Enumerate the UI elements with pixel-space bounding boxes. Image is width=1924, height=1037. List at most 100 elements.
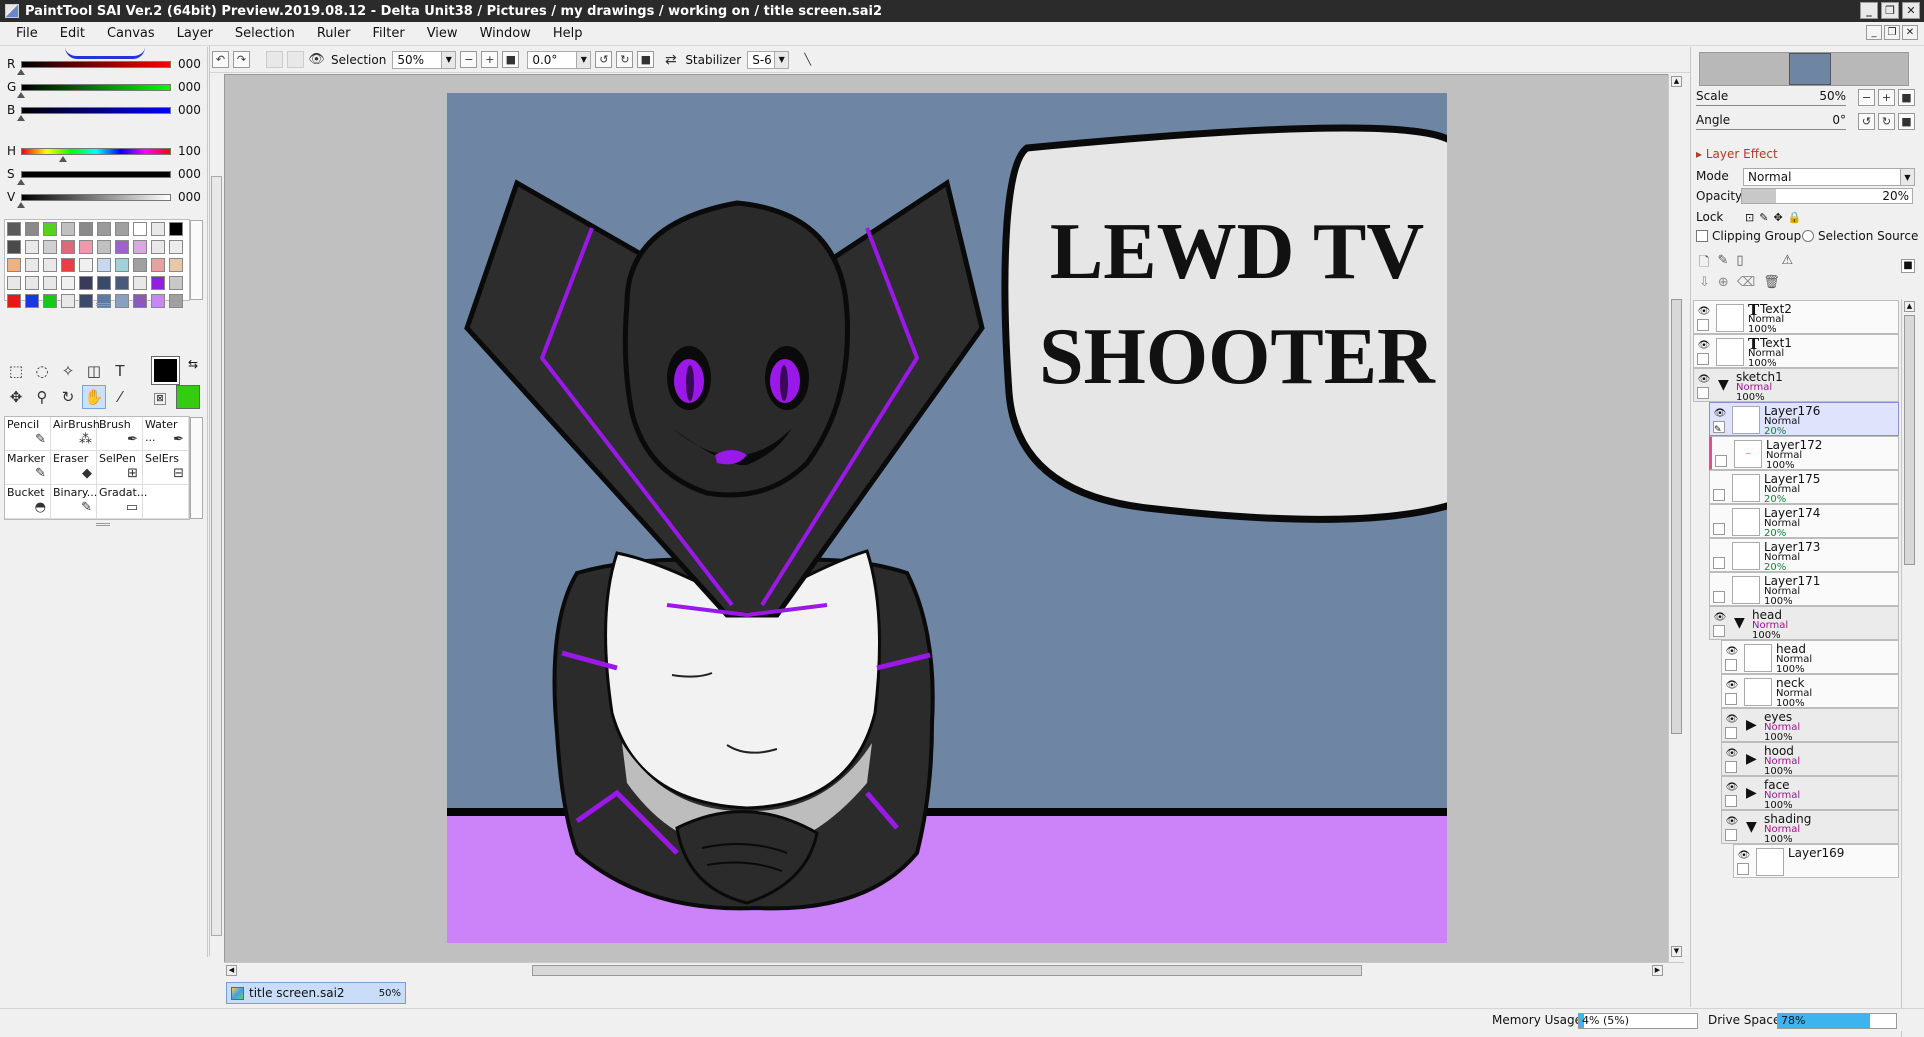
color-swatch[interactable] xyxy=(25,258,39,272)
canvas-vscroll-thumb[interactable] xyxy=(1671,299,1682,734)
color-swatch[interactable] xyxy=(43,294,57,308)
menu-ruler[interactable]: Ruler xyxy=(306,26,362,41)
brush-selers[interactable]: SelErs ⊟ xyxy=(143,451,189,485)
text-tool-icon[interactable]: T xyxy=(108,359,132,383)
menu-canvas[interactable]: Canvas xyxy=(96,26,166,41)
layer-lock-box[interactable] xyxy=(1725,693,1737,705)
lock-move-icon[interactable]: ✥ xyxy=(1773,211,1782,224)
color-swatch[interactable] xyxy=(97,276,111,290)
color-swatch[interactable] xyxy=(7,222,21,236)
color-swatch[interactable] xyxy=(43,222,57,236)
brush-bucket[interactable]: Bucket ◓ xyxy=(5,485,51,519)
visibility-toggle[interactable] xyxy=(1713,542,1727,556)
selection-source-radio[interactable] xyxy=(1802,230,1814,242)
eye-icon[interactable]: 👁 xyxy=(1713,406,1727,420)
layer-item-layer173[interactable]: Layer173 Normal 20% xyxy=(1709,538,1899,573)
color-swatch[interactable] xyxy=(79,294,93,308)
layer-lock-box[interactable] xyxy=(1725,727,1737,739)
angle-slider[interactable] xyxy=(1696,129,1846,130)
layer-item-layer175[interactable]: Layer175 Normal 20% xyxy=(1709,470,1899,505)
color-swatch[interactable] xyxy=(151,294,165,308)
eye-icon[interactable]: 👁 xyxy=(1697,338,1711,352)
color-swatch[interactable] xyxy=(97,240,111,254)
menu-window[interactable]: Window xyxy=(469,26,542,41)
slider-thumb[interactable] xyxy=(17,92,25,98)
chevron-down-icon[interactable]: ▼ xyxy=(1734,615,1745,631)
mdi-close-button[interactable]: ✕ xyxy=(1902,25,1918,40)
rotate-right-icon[interactable]: ↻ xyxy=(1878,113,1895,130)
selection-source-row[interactable]: Selection Source xyxy=(1802,229,1918,243)
color-swatch[interactable] xyxy=(115,258,129,272)
canvas-hscroll-thumb[interactable] xyxy=(532,965,1362,976)
color-swatch[interactable] xyxy=(43,240,57,254)
rotate-right-icon[interactable]: ↻ xyxy=(616,51,634,68)
color-swatch[interactable] xyxy=(115,240,129,254)
color-slider-r[interactable]: R 000 xyxy=(0,55,208,77)
visibility-toggle[interactable] xyxy=(1715,440,1729,454)
layer-lock-box[interactable] xyxy=(1737,863,1749,875)
eye-icon[interactable]: 👁 xyxy=(1725,814,1739,828)
new-folder-icon[interactable]: ▯ xyxy=(1736,253,1743,275)
clipping-group-row[interactable]: Clipping Group xyxy=(1696,229,1801,243)
layer-lock-box[interactable] xyxy=(1725,795,1737,807)
scroll-up-icon[interactable]: ▲ xyxy=(1904,301,1915,312)
minimize-button[interactable]: _ xyxy=(1860,2,1878,19)
visibility-toggle[interactable] xyxy=(1713,576,1727,590)
layer-lock-box[interactable] xyxy=(1697,353,1709,365)
menu-view[interactable]: View xyxy=(416,26,469,41)
color-swatch[interactable] xyxy=(43,258,57,272)
layer-lock-box[interactable] xyxy=(1713,557,1725,569)
lock-drawing-icon[interactable]: ✎ xyxy=(1759,211,1768,224)
color-swatch[interactable] xyxy=(25,294,39,308)
lock-transparency-icon[interactable]: ⊡ xyxy=(1745,211,1754,224)
flip-horizontal-icon[interactable]: ⇄ xyxy=(662,51,679,68)
scale-slider[interactable] xyxy=(1696,105,1846,106)
eyedropper-icon[interactable]: ⁄ xyxy=(108,385,132,409)
zoom-out-icon[interactable]: − xyxy=(1858,89,1875,106)
layer-folder-head[interactable]: 👁 ▼ head Normal 100% xyxy=(1709,606,1899,641)
color-swatch[interactable] xyxy=(169,276,183,290)
line-tool-icon[interactable]: ╲ xyxy=(799,51,816,68)
layer-item-neck[interactable]: 👁 neck Normal 100% xyxy=(1721,674,1899,709)
clipping-group-checkbox[interactable] xyxy=(1696,230,1708,242)
layer-lock-box[interactable] xyxy=(1697,387,1709,399)
slider-track[interactable] xyxy=(21,61,171,68)
zoom-reset-icon[interactable]: ■ xyxy=(1898,89,1915,106)
color-swatch[interactable] xyxy=(151,240,165,254)
layer-lock-box[interactable] xyxy=(1713,523,1725,535)
redo-icon[interactable]: ↷ xyxy=(233,51,250,68)
brush-eraser[interactable]: Eraser ◆ xyxy=(51,451,97,485)
rotate-left-icon[interactable]: ↺ xyxy=(595,51,613,68)
scroll-down-icon[interactable]: ▼ xyxy=(1671,946,1682,957)
zoom-dropdown[interactable]: 50% ▼ xyxy=(392,50,457,69)
brush-binary[interactable]: Binary... ✎ xyxy=(51,485,97,519)
layer-effect-header[interactable]: ▸ Layer Effect xyxy=(1696,147,1778,161)
hand-icon[interactable]: ✋ xyxy=(82,385,106,409)
layer-lock-box[interactable] xyxy=(1713,625,1725,637)
scroll-left-icon[interactable]: ◀ xyxy=(226,965,237,976)
layer-folder-hood[interactable]: 👁 ▶ hood Normal 100% xyxy=(1721,742,1899,777)
transfer-down-icon[interactable]: ⇩ xyxy=(1699,275,1710,290)
color-swatch[interactable] xyxy=(115,276,129,290)
brush-marker[interactable]: Marker ✎ xyxy=(5,451,51,485)
primary-color-swatch[interactable] xyxy=(151,356,180,385)
color-swatch[interactable] xyxy=(115,294,129,308)
color-swatch[interactable] xyxy=(133,258,147,272)
swatch-scrollbar[interactable] xyxy=(190,220,203,300)
canvas-vertical-scrollbar[interactable]: ▲ ▼ xyxy=(1668,74,1684,964)
color-swatch[interactable] xyxy=(43,276,57,290)
color-swatch[interactable] xyxy=(7,276,21,290)
menu-filter[interactable]: Filter xyxy=(362,26,416,41)
color-swatch[interactable] xyxy=(133,222,147,236)
rotate-icon[interactable]: ↻ xyxy=(56,385,80,409)
slider-thumb[interactable] xyxy=(59,156,67,162)
brush-gradat[interactable]: Gradat... ▭ xyxy=(97,485,147,519)
color-swatch[interactable] xyxy=(7,294,21,308)
stabilizer-dropdown[interactable]: S-6 ▼ xyxy=(747,50,790,69)
scroll-up-icon[interactable]: ▲ xyxy=(1671,76,1682,87)
color-slider-b[interactable]: B 000 xyxy=(0,101,208,123)
layer-folder-sketch1[interactable]: 👁 ▼ sketch1 Normal 100% xyxy=(1693,368,1899,403)
brush-water[interactable]: Water ... ✒ xyxy=(143,417,189,451)
layer-lock-box[interactable] xyxy=(1697,319,1709,331)
rotate-reset-icon[interactable]: ■ xyxy=(637,51,655,68)
